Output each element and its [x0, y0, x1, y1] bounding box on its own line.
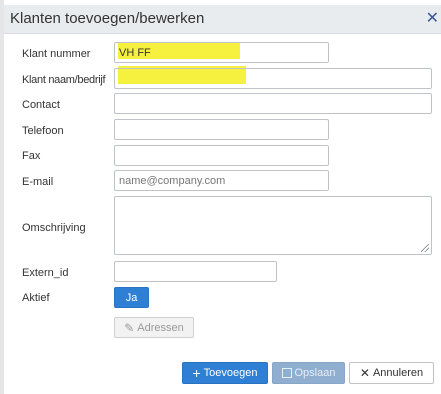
- window-edge: [0, 0, 4, 394]
- annuleren-label: Annuleren: [372, 367, 424, 379]
- label-telefoon: Telefoon: [22, 125, 64, 137]
- save-icon: [281, 368, 292, 378]
- opslaan-label: Opslaan: [294, 367, 336, 379]
- opslaan-button[interactable]: Opslaan: [272, 362, 345, 384]
- contact-input[interactable]: [114, 93, 432, 114]
- pencil-icon: ✎: [124, 320, 135, 335]
- telefoon-input[interactable]: [114, 119, 329, 140]
- resize-grip-icon[interactable]: [421, 244, 429, 252]
- klant-nummer-input[interactable]: [114, 42, 329, 63]
- annuleren-button[interactable]: ✕ Annuleren: [349, 362, 434, 384]
- toevoegen-label: Toevoegen: [203, 367, 258, 379]
- label-aktief: Aktief: [22, 292, 50, 304]
- label-klant-naam: Klant naam/bedrijf: [22, 74, 106, 86]
- dialog-title: Klanten toevoegen/bewerken: [10, 10, 205, 27]
- extern-id-input[interactable]: [114, 261, 277, 282]
- adressen-button[interactable]: ✎ Adressen: [114, 317, 194, 338]
- label-contact: Contact: [22, 99, 60, 111]
- klant-naam-input[interactable]: [114, 68, 432, 89]
- close-icon[interactable]: ✕: [426, 8, 439, 28]
- label-email: E-mail: [22, 176, 54, 188]
- label-omschrijving: Omschrijving: [22, 222, 86, 234]
- label-klant-nummer: Klant nummer: [22, 48, 91, 60]
- close-icon: ✕: [359, 366, 370, 380]
- adressen-label: Adressen: [137, 321, 184, 334]
- aktief-toggle-button[interactable]: Ja: [114, 287, 149, 308]
- plus-icon: +: [192, 365, 201, 381]
- aktief-toggle-label: Ja: [125, 291, 138, 304]
- omschrijving-textarea[interactable]: [114, 196, 432, 255]
- fax-input[interactable]: [114, 145, 329, 166]
- toevoegen-button[interactable]: + Toevoegen: [182, 362, 268, 384]
- dialog-titlebar: Klanten toevoegen/bewerken ✕: [4, 5, 441, 34]
- label-fax: Fax: [22, 150, 41, 162]
- label-extern-id: Extern_id: [22, 267, 69, 279]
- email-input[interactable]: [114, 170, 329, 191]
